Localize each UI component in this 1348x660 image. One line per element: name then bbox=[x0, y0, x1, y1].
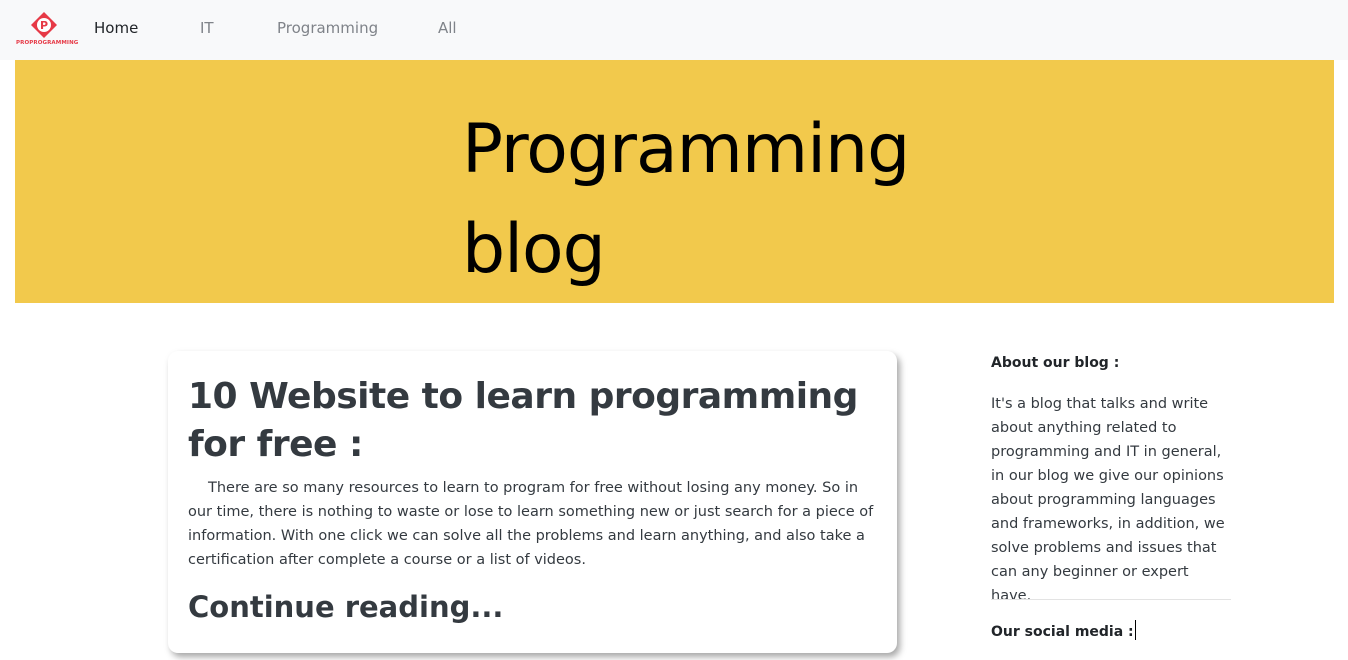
brand-logo[interactable]: P PROPROGRAMMING bbox=[16, 10, 79, 50]
text-caret bbox=[1134, 620, 1136, 640]
post-title[interactable]: 10 Website to learn programming for free… bbox=[188, 373, 888, 469]
hero-banner: Programming blog bbox=[15, 60, 1334, 303]
hero-title-line1: Programming bbox=[462, 110, 910, 189]
social-heading: Our social media : bbox=[991, 620, 1136, 640]
hero-title: Programming blog bbox=[462, 100, 982, 300]
nav-link-all[interactable]: All bbox=[438, 19, 457, 37]
logo-diamond-icon: P bbox=[31, 12, 57, 38]
top-navbar: P PROPROGRAMMING Home IT Programming All bbox=[0, 0, 1348, 60]
post-card: 10 Website to learn programming for free… bbox=[168, 351, 897, 653]
nav-link-programming[interactable]: Programming bbox=[277, 19, 378, 37]
about-text: It's a blog that talks and write about a… bbox=[991, 396, 1225, 604]
about-heading: About our blog : bbox=[991, 355, 1120, 371]
social-heading-label: Our social media : bbox=[991, 624, 1134, 640]
nav-link-home[interactable]: Home bbox=[94, 19, 138, 37]
post-excerpt: There are so many resources to learn to … bbox=[188, 480, 874, 568]
logo-wordmark: PROPROGRAMMING bbox=[16, 40, 79, 46]
sidebar-divider bbox=[991, 599, 1231, 600]
svg-text:P: P bbox=[40, 19, 48, 32]
hero-title-line2: blog bbox=[462, 210, 606, 289]
nav-link-it[interactable]: IT bbox=[200, 19, 214, 37]
continue-reading-link[interactable]: Continue reading... bbox=[188, 587, 503, 627]
